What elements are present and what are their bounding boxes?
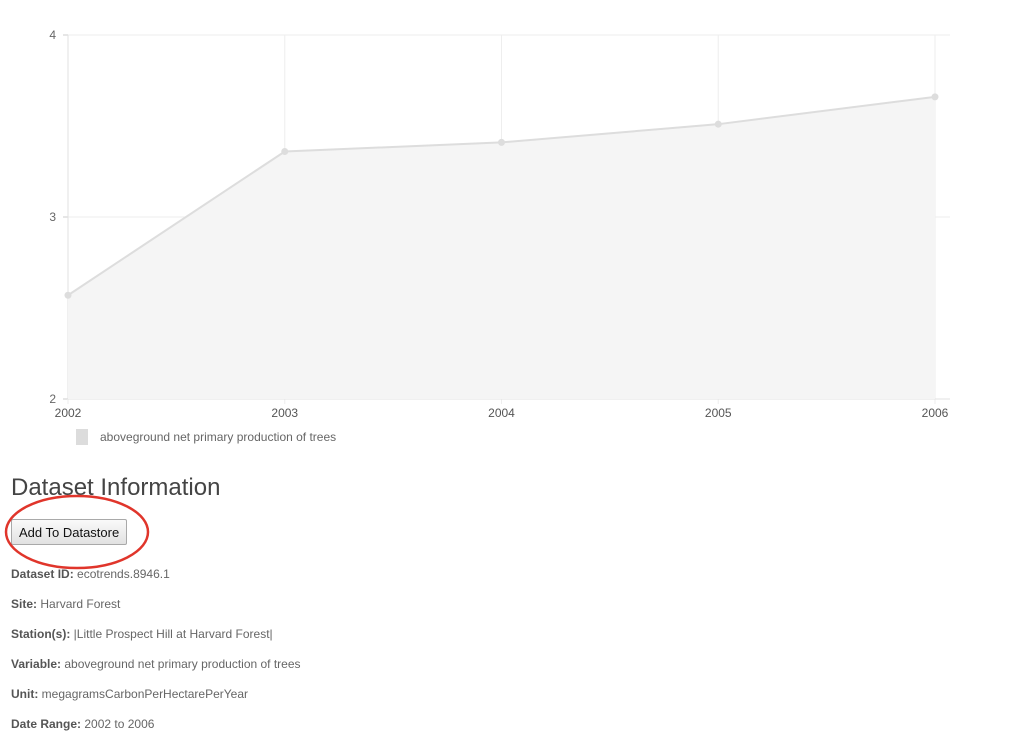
x-tick-label: 2004	[488, 406, 515, 420]
dataset-information-heading: Dataset Information	[11, 474, 221, 501]
y-tick-label: 3	[49, 210, 56, 224]
y-tick-label: 4	[49, 28, 56, 42]
legend-swatch	[76, 429, 88, 445]
line-chart: 2 3 4 2002 2003 2004 2005 2006	[49, 28, 950, 420]
data-point	[498, 138, 505, 146]
data-point	[931, 93, 939, 101]
x-tick-label: 2003	[271, 406, 298, 420]
info-date-range: Date Range: 2002 to 2006	[11, 717, 155, 731]
data-point	[714, 120, 722, 128]
info-site: Site: Harvard Forest	[11, 597, 121, 611]
y-tick-label: 2	[49, 392, 56, 406]
info-variable: Variable: aboveground net primary produc…	[11, 657, 301, 671]
chart-legend: aboveground net primary production of tr…	[76, 429, 336, 445]
data-point	[281, 147, 289, 155]
info-unit: Unit: megagramsCarbonPerHectarePerYear	[11, 687, 248, 701]
legend-label: aboveground net primary production of tr…	[100, 430, 337, 444]
x-tick-label: 2005	[705, 406, 732, 420]
data-point	[64, 291, 72, 299]
info-stations: Station(s): |Little Prospect Hill at Har…	[11, 627, 273, 641]
x-tick-label: 2006	[922, 406, 949, 420]
add-to-datastore-button[interactable]: Add To Datastore	[11, 519, 128, 545]
info-dataset-id: Dataset ID: ecotrends.8946.1	[11, 567, 170, 581]
x-tick-label: 2002	[55, 406, 82, 420]
